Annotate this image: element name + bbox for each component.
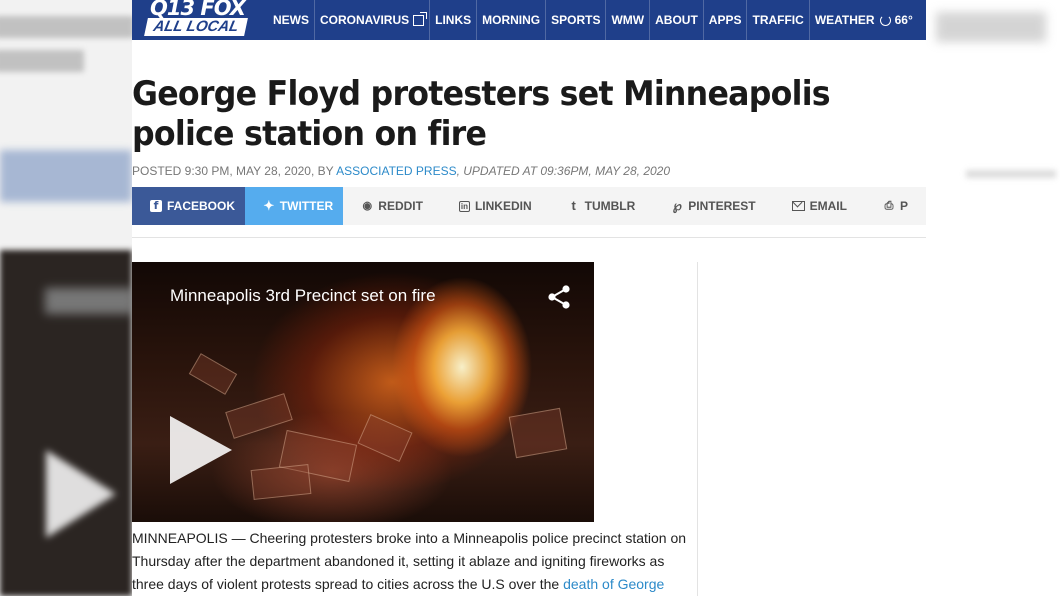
article-headline: George Floyd protesters set Minneapolis … [132,74,831,154]
nav-item-links[interactable]: LINKS [429,0,476,40]
share-pinterest-button[interactable]: ℘ PINTEREST [653,187,773,225]
pinterest-icon: ℘ [672,198,682,213]
weather-icon [879,14,891,26]
nav-item-weather[interactable]: WEATHER 66° [808,0,918,40]
video-player[interactable]: Minneapolis 3rd Precinct set on fire [132,262,594,522]
share-reddit-button[interactable]: ◉ REDDIT [343,187,441,225]
twitter-icon: ✦ [263,198,275,213]
author-link[interactable]: ASSOCIATED PRESS [336,164,456,178]
email-icon [791,201,805,211]
blurred-video [0,250,132,596]
share-tumblr-button[interactable]: t TUMBLR [550,187,654,225]
video-title: Minneapolis 3rd Precinct set on fire [170,286,436,305]
print-icon: ⎙ [884,200,894,212]
updated-time: , UPDATED AT 09:36PM, MAY 28, 2020 [456,164,671,178]
blurred-backdrop-right [926,0,1060,596]
share-bar: f FACEBOOK ✦ TWITTER ◉ REDDIT in LINKEDIN tT… [132,187,926,225]
logo-bottom-text: ALL LOCAL [144,18,248,36]
nav-item-about[interactable]: ABOUT [649,0,703,40]
share-linkedin-button[interactable]: in LINKEDIN [441,187,550,225]
blurred-headline [0,4,132,104]
nav-item-coronavirus[interactable]: CORONAVIRUS [314,0,429,40]
site-logo[interactable]: Q13 FOX ALL LOCAL [142,0,254,40]
share-twitter-button[interactable]: ✦ TWITTER [244,187,344,225]
weather-temp: 66° [894,13,913,27]
share-email-button[interactable]: EMAIL [774,187,865,225]
share-icon[interactable] [546,284,572,310]
nav-item-morning[interactable]: MORNING [476,0,545,40]
reddit-icon: ◉ [362,200,373,212]
article-inline-link[interactable]: death of George [563,576,664,592]
blurred-backdrop-left [0,0,132,596]
tumblr-icon: t [571,198,576,213]
site-header: Q13 FOX ALL LOCAL NEWS CORONAVIRUS LINKS… [132,0,926,40]
blurred-share-bar [0,150,132,202]
nav-item-traffic[interactable]: TRAFFIC [746,0,808,40]
article-body: MINNEAPOLIS — Cheering protesters broke … [132,530,687,592]
play-icon[interactable] [170,416,232,484]
share-print-button[interactable]: ⎙ P [865,187,926,225]
nav-item-apps[interactable]: APPS [702,0,747,40]
external-link-icon [413,11,428,26]
nav-item-wmw[interactable]: WMW [605,0,649,40]
article-byline: POSTED 9:30 PM, MAY 28, 2020, BY ASSOCIA… [132,164,671,178]
linkedin-icon: in [458,200,470,212]
facebook-icon: f [150,200,162,212]
share-facebook-button[interactable]: f FACEBOOK [132,187,245,225]
main-nav: NEWS CORONAVIRUS LINKS MORNING SPORTS WM… [268,0,918,40]
column-divider [697,262,698,596]
section-divider [132,237,926,238]
nav-item-news[interactable]: NEWS [268,0,314,40]
nav-item-sports[interactable]: SPORTS [545,0,605,40]
logo-top-text: Q13 FOX [150,0,246,20]
